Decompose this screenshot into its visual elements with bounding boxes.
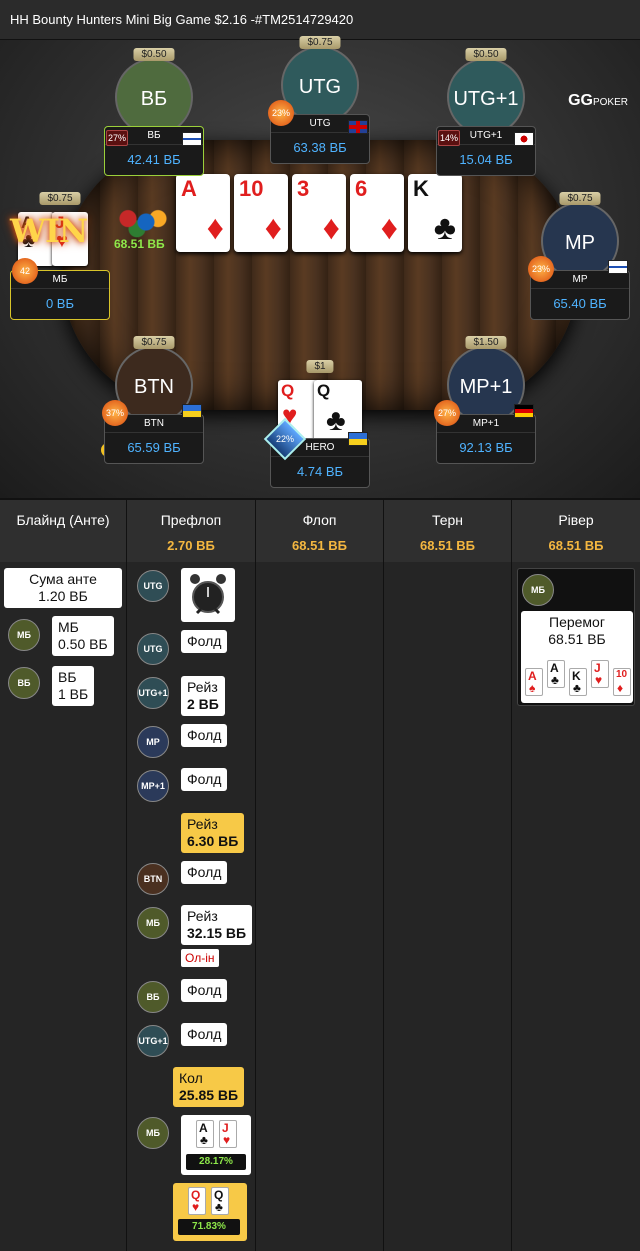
board-card: K ♣ bbox=[408, 174, 462, 252]
flag-uk-icon bbox=[348, 120, 368, 134]
showdown-card: Q ♣ bbox=[211, 1187, 229, 1215]
player-chip-sb: МБ bbox=[137, 1117, 169, 1149]
column-header-preflop: Префлоп 2.70 ВБ bbox=[127, 500, 256, 562]
winning-hand-card: A ♣ bbox=[547, 660, 565, 688]
hero-action-call: Кол 25.85 ВБ bbox=[173, 1067, 245, 1107]
ggpoker-logo: GGPOKER bbox=[568, 92, 628, 109]
action-raise: Рейз 32.15 ВБ bbox=[181, 905, 253, 945]
timer-bubble bbox=[181, 568, 235, 622]
flag-japan-icon bbox=[514, 132, 534, 146]
board-card: 10 ♦ bbox=[234, 174, 288, 252]
bounty-percent: 14% bbox=[438, 130, 460, 146]
bounty-fire-icon: 42 bbox=[12, 258, 38, 284]
column-header-turn: Терн 68.51 ВБ bbox=[384, 500, 512, 562]
board-card: 3 ♦ bbox=[292, 174, 346, 252]
showdown-card: Q ♥ bbox=[188, 1187, 206, 1215]
pot-chips-icon bbox=[110, 205, 170, 239]
bounty-fire-icon: 37% bbox=[102, 400, 128, 426]
bounty-percent: 27% bbox=[106, 130, 128, 146]
bet-amount: $0.75 bbox=[39, 192, 81, 205]
player-chip-mp1: MP+1 bbox=[137, 770, 169, 802]
player-chip-utg1: UTG+1 bbox=[137, 677, 169, 709]
player-stack: 0 ВБ bbox=[45, 296, 75, 311]
column-header-flop: Флоп 68.51 ВБ bbox=[256, 500, 384, 562]
player-chip-sb: МБ bbox=[8, 619, 40, 651]
flag-germany-icon bbox=[514, 404, 534, 418]
player-chip-mp: MP bbox=[137, 726, 169, 758]
player-chip-bb: ВБ bbox=[137, 981, 169, 1013]
player-stack: 42.41 ВБ bbox=[127, 152, 181, 167]
board-card: 6 ♦ bbox=[350, 174, 404, 252]
action-fold: Фолд bbox=[181, 861, 228, 884]
avatar: ВБ bbox=[115, 58, 193, 136]
alarm-clock-icon bbox=[190, 574, 226, 615]
bet-amount: $0.50 bbox=[133, 48, 175, 61]
ante-bubble: Сума анте 1.20 ВБ bbox=[4, 568, 122, 608]
hero-action-raise: Рейз 6.30 ВБ bbox=[181, 813, 245, 853]
equity-badge: 71.83% bbox=[178, 1219, 240, 1235]
bet-amount: $0.75 bbox=[133, 336, 175, 349]
player-chip-sb: МБ bbox=[522, 574, 554, 606]
sb-blind-bubble: МБ 0.50 ВБ bbox=[52, 616, 114, 656]
action-fold: Фолд bbox=[181, 979, 228, 1002]
all-in-badge: Ол-ін bbox=[181, 949, 219, 967]
bounty-fire-icon: 23% bbox=[528, 256, 554, 282]
player-chip-utg1: UTG+1 bbox=[137, 1025, 169, 1057]
win-badge: WIN bbox=[10, 212, 88, 250]
column-header-river: Рівер 68.51 ВБ bbox=[512, 500, 640, 562]
column-header-blinds: Блайнд (Анте) bbox=[0, 500, 127, 562]
player-stack: 4.74 ВБ bbox=[296, 464, 344, 479]
board-card: A ♦ bbox=[176, 174, 230, 252]
action-fold: Фолд bbox=[181, 1023, 228, 1046]
player-stack: 65.40 ВБ bbox=[553, 296, 607, 311]
player-chip-bb: ВБ bbox=[8, 667, 40, 699]
showdown-card: J ♥ bbox=[219, 1120, 237, 1148]
winning-hand-card: A ♠ bbox=[525, 668, 543, 696]
showdown-card: A ♣ bbox=[196, 1120, 214, 1148]
player-stack: 63.38 ВБ bbox=[293, 140, 347, 155]
bounty-fire-icon: 27% bbox=[434, 400, 460, 426]
player-stack: 65.59 ВБ bbox=[127, 440, 181, 455]
winning-hand-card: 10 ♦ bbox=[613, 668, 631, 696]
flag-finland-icon bbox=[182, 132, 202, 146]
flag-ukraine-icon bbox=[348, 432, 368, 446]
column-turn bbox=[384, 562, 512, 1251]
flag-finland-icon bbox=[608, 260, 628, 274]
action-fold: Фолд bbox=[181, 768, 228, 791]
bet-amount: $1 bbox=[306, 360, 334, 373]
bb-blind-bubble: ВБ 1 ВБ bbox=[52, 666, 95, 706]
winning-hand-card: J ♥ bbox=[591, 660, 609, 688]
action-fold: Фолд bbox=[181, 630, 228, 653]
player-stack: 92.13 ВБ bbox=[459, 440, 513, 455]
column-flop bbox=[256, 562, 384, 1251]
player-chip-utg: UTG bbox=[137, 633, 169, 665]
action-fold: Фолд bbox=[181, 724, 228, 747]
bet-amount: $1.50 bbox=[465, 336, 507, 349]
action-raise: Рейз 2 ВБ bbox=[181, 676, 225, 716]
bet-amount: $0.75 bbox=[299, 36, 341, 49]
avatar: UTG+1 bbox=[447, 58, 525, 136]
player-chip-btn: BTN bbox=[137, 863, 169, 895]
player-stack: 15.04 ВБ bbox=[459, 152, 513, 167]
equity-badge: 28.17% bbox=[186, 1154, 246, 1170]
bounty-fire-icon: 23% bbox=[268, 100, 294, 126]
winning-hand-card: K ♣ bbox=[569, 668, 587, 696]
bet-amount: $0.75 bbox=[559, 192, 601, 205]
player-chip-sb: МБ bbox=[137, 907, 169, 939]
player-chip-utg: UTG bbox=[137, 570, 169, 602]
pot-amount: 68.51 ВБ bbox=[114, 237, 165, 251]
flag-ukraine-icon bbox=[182, 404, 202, 418]
bet-amount: $0.50 bbox=[465, 48, 507, 61]
window-title: HH Bounty Hunters Mini Big Game $2.16 -#… bbox=[0, 0, 640, 40]
